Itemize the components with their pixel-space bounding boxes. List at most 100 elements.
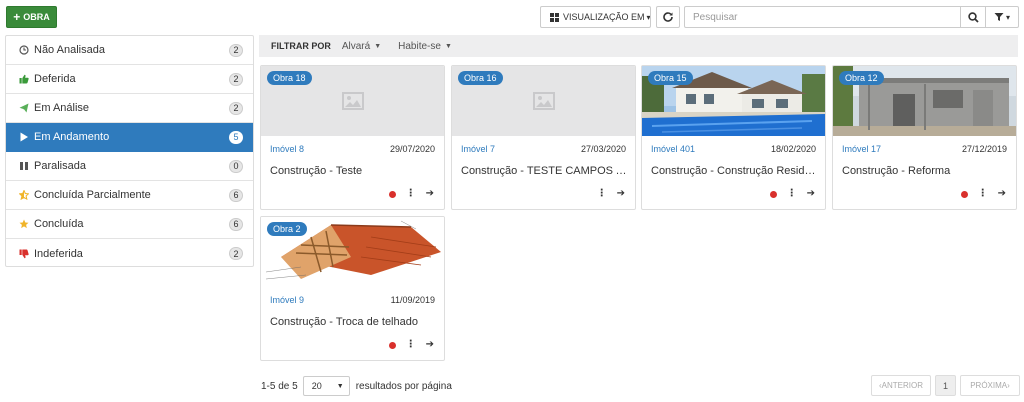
card-title: Construção - TESTE CAMPOS ADICIONAIS (461, 165, 628, 177)
count-badge: 2 (229, 101, 243, 115)
clock-icon (19, 45, 29, 55)
more-options-icon[interactable]: ⋮ (406, 340, 416, 350)
obra-tag: Obra 12 (839, 71, 884, 85)
card-date: 29/07/2020 (389, 144, 435, 154)
new-obra-label: OBRA (23, 12, 50, 22)
arrow-right-icon[interactable]: ➔ (617, 189, 625, 199)
status-dot (960, 190, 968, 198)
search-button[interactable] (960, 6, 986, 28)
status-sidebar: Não Analisada 2 Deferida 2 Em Análise 2 … (5, 35, 254, 267)
next-page-button[interactable]: PRÓXIMA › (960, 375, 1020, 396)
card-date: 27/12/2019 (961, 144, 1007, 154)
paper-plane-icon (19, 103, 29, 113)
results-range: 1-5 de 5 (261, 380, 298, 392)
sidebar-item-em-analise[interactable]: Em Análise 2 (6, 94, 253, 123)
arrow-right-icon[interactable]: ➔ (998, 189, 1006, 199)
sidebar-item-label: Deferida (34, 73, 76, 85)
imovel-link[interactable]: Imóvel 401 (651, 144, 695, 154)
count-badge: 5 (229, 130, 243, 144)
sidebar-item-paralisada[interactable]: Paralisada 0 (6, 152, 253, 181)
new-obra-button[interactable]: + OBRA (6, 6, 57, 28)
sidebar-item-label: Concluída (34, 218, 84, 230)
pagination: ‹ ANTERIOR 1 PRÓXIMA › (871, 375, 1020, 396)
page-size-select[interactable]: 20 ▼ (302, 376, 350, 396)
sidebar-item-deferida[interactable]: Deferida 2 (6, 65, 253, 94)
filter-option-label: Habite-se (398, 40, 441, 52)
previous-page-button[interactable]: ‹ ANTERIOR (871, 375, 931, 396)
sidebar-item-label: Em Andamento (34, 131, 110, 143)
caret-down-icon: ▼ (444, 42, 452, 50)
more-options-icon[interactable]: ⋮ (787, 189, 797, 199)
status-dot (388, 341, 396, 349)
count-badge: 2 (229, 247, 243, 260)
imovel-link[interactable]: Imóvel 9 (270, 295, 304, 305)
filter-button[interactable]: ▾ (985, 6, 1019, 28)
plus-icon: + (13, 10, 21, 24)
obra-card[interactable]: Obra 18 Imóvel 8 29/07/2020 Construção -… (260, 65, 445, 210)
per-page-label: resultados por página (355, 380, 452, 392)
arrow-right-icon[interactable]: ➔ (426, 340, 434, 350)
view-mode-dropdown[interactable]: VISUALIZAÇÃO EM ▾ (540, 6, 651, 28)
card-title: Construção - Teste (270, 165, 363, 177)
card-date: 27/03/2020 (580, 144, 626, 154)
obra-card[interactable]: Obra 12 Imóvel 17 27/12/2019 Construção … (832, 65, 1017, 210)
grid-icon (550, 12, 559, 22)
play-icon (19, 132, 29, 142)
sidebar-item-indeferida[interactable]: Indeferida 2 (6, 239, 253, 268)
pause-icon (19, 161, 29, 171)
page-size-value: 20 (311, 381, 322, 391)
obra-card[interactable]: Obra 16 Imóvel 7 27/03/2020 Construção -… (451, 65, 636, 210)
obra-tag: Obra 2 (267, 222, 307, 236)
sidebar-item-label: Paralisada (34, 160, 86, 172)
filter-habite-se-dropdown[interactable]: Habite-se ▼ (398, 41, 452, 52)
more-options-icon[interactable]: ⋮ (597, 189, 607, 199)
chevron-down-icon: ▾ (1005, 12, 1010, 22)
sidebar-item-em-andamento[interactable]: Em Andamento 5 (6, 123, 253, 152)
arrow-right-icon[interactable]: ➔ (426, 189, 434, 199)
sidebar-item-label: Concluída Parcialmente (34, 189, 151, 201)
card-title: Construção - Construção Residencial (651, 165, 818, 177)
refresh-icon (663, 12, 673, 22)
sidebar-item-label: Em Análise (34, 102, 90, 114)
more-options-icon[interactable]: ⋮ (978, 189, 988, 199)
refresh-button[interactable] (656, 6, 680, 28)
imovel-link[interactable]: Imóvel 17 (842, 144, 881, 154)
star-icon (19, 219, 29, 229)
image-placeholder-icon (341, 92, 364, 110)
arrow-right-icon[interactable]: ➔ (807, 189, 815, 199)
obra-tag: Obra 15 (648, 71, 693, 85)
chevron-down-icon: ▾ (646, 12, 651, 22)
sidebar-item-nao-analisada[interactable]: Não Analisada 2 (6, 36, 253, 65)
image-placeholder-icon (532, 92, 555, 110)
sidebar-item-label: Não Analisada (34, 44, 105, 56)
status-dot (769, 190, 777, 198)
card-title: Construção - Troca de telhado (270, 316, 418, 328)
star-half-icon (19, 190, 29, 200)
obra-card[interactable]: Obra 15 Imóvel 401 18/02/2020 Construção… (641, 65, 826, 210)
status-dot (388, 190, 396, 198)
filter-alvara-dropdown[interactable]: Alvará ▼ (342, 41, 381, 52)
search-input[interactable] (684, 6, 961, 28)
card-title: Construção - Reforma (842, 165, 951, 177)
thumbs-up-icon (19, 74, 29, 84)
more-options-icon[interactable]: ⋮ (406, 189, 416, 199)
next-label: PRÓXIMA (970, 381, 1008, 390)
filter-label: FILTRAR POR (271, 41, 331, 51)
thumbs-down-icon (19, 249, 29, 259)
count-badge: 2 (229, 72, 243, 86)
imovel-link[interactable]: Imóvel 7 (461, 144, 495, 154)
card-date: 11/09/2019 (390, 295, 435, 305)
count-badge: 2 (229, 43, 243, 57)
imovel-link[interactable]: Imóvel 8 (270, 144, 304, 154)
sidebar-item-concluida[interactable]: Concluída 6 (6, 210, 253, 239)
sidebar-item-concluida-parcialmente[interactable]: Concluída Parcialmente 6 (6, 181, 253, 210)
page-1-button[interactable]: 1 (935, 375, 956, 396)
obra-card[interactable]: Obra 2 Imóvel 9 11/09/2019 Construção - … (260, 216, 445, 361)
previous-label: ANTERIOR (881, 381, 923, 390)
chevron-down-icon: ▼ (336, 382, 344, 390)
sidebar-item-label: Indeferida (34, 247, 83, 260)
caret-down-icon: ▼ (374, 42, 382, 50)
pagination-info: 1-5 de 5 20 ▼ resultados por página (261, 376, 452, 396)
filter-bar: FILTRAR POR Alvará ▼ Habite-se ▼ (259, 35, 1018, 57)
obra-tag: Obra 18 (267, 71, 312, 85)
